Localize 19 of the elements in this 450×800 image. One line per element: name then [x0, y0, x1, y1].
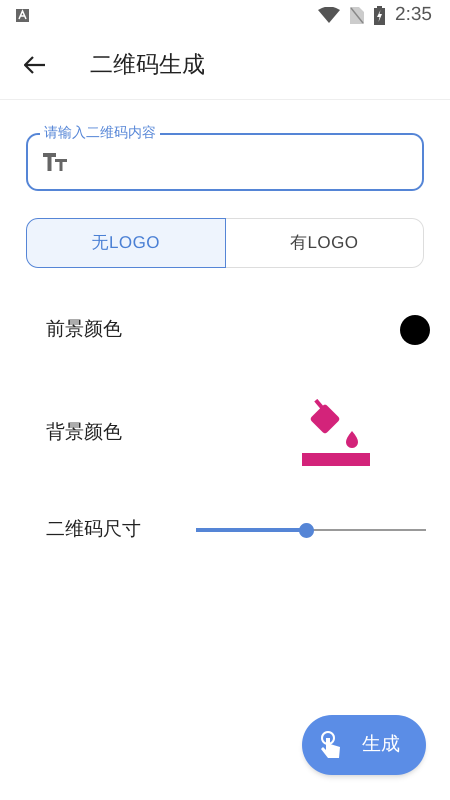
back-arrow-icon: [24, 56, 46, 74]
setting-label: 前景颜色: [46, 318, 122, 342]
keyboard-app-icon: [16, 8, 29, 22]
wifi-icon: [318, 7, 340, 23]
setting-label: 背景颜色: [46, 420, 122, 445]
color-swatch[interactable]: [400, 315, 430, 345]
page-title: 二维码生成: [90, 50, 205, 80]
touch-icon: [320, 731, 342, 759]
size-slider[interactable]: [196, 522, 426, 538]
logo-option-tab[interactable]: 无LOGO: [26, 218, 226, 268]
battery-charging-icon: [374, 6, 386, 24]
generate-button[interactable]: 生成: [302, 715, 426, 775]
setting-label: 二维码尺寸: [46, 518, 141, 542]
paint-bucket-icon[interactable]: [302, 399, 372, 467]
logo-option-tab[interactable]: 有LOGO: [226, 218, 424, 268]
no-sim-icon: [350, 6, 364, 24]
text-format-icon: [43, 153, 67, 171]
field-label: 请输入二维码内容: [40, 123, 160, 141]
clock-time: 2:35: [395, 2, 432, 27]
